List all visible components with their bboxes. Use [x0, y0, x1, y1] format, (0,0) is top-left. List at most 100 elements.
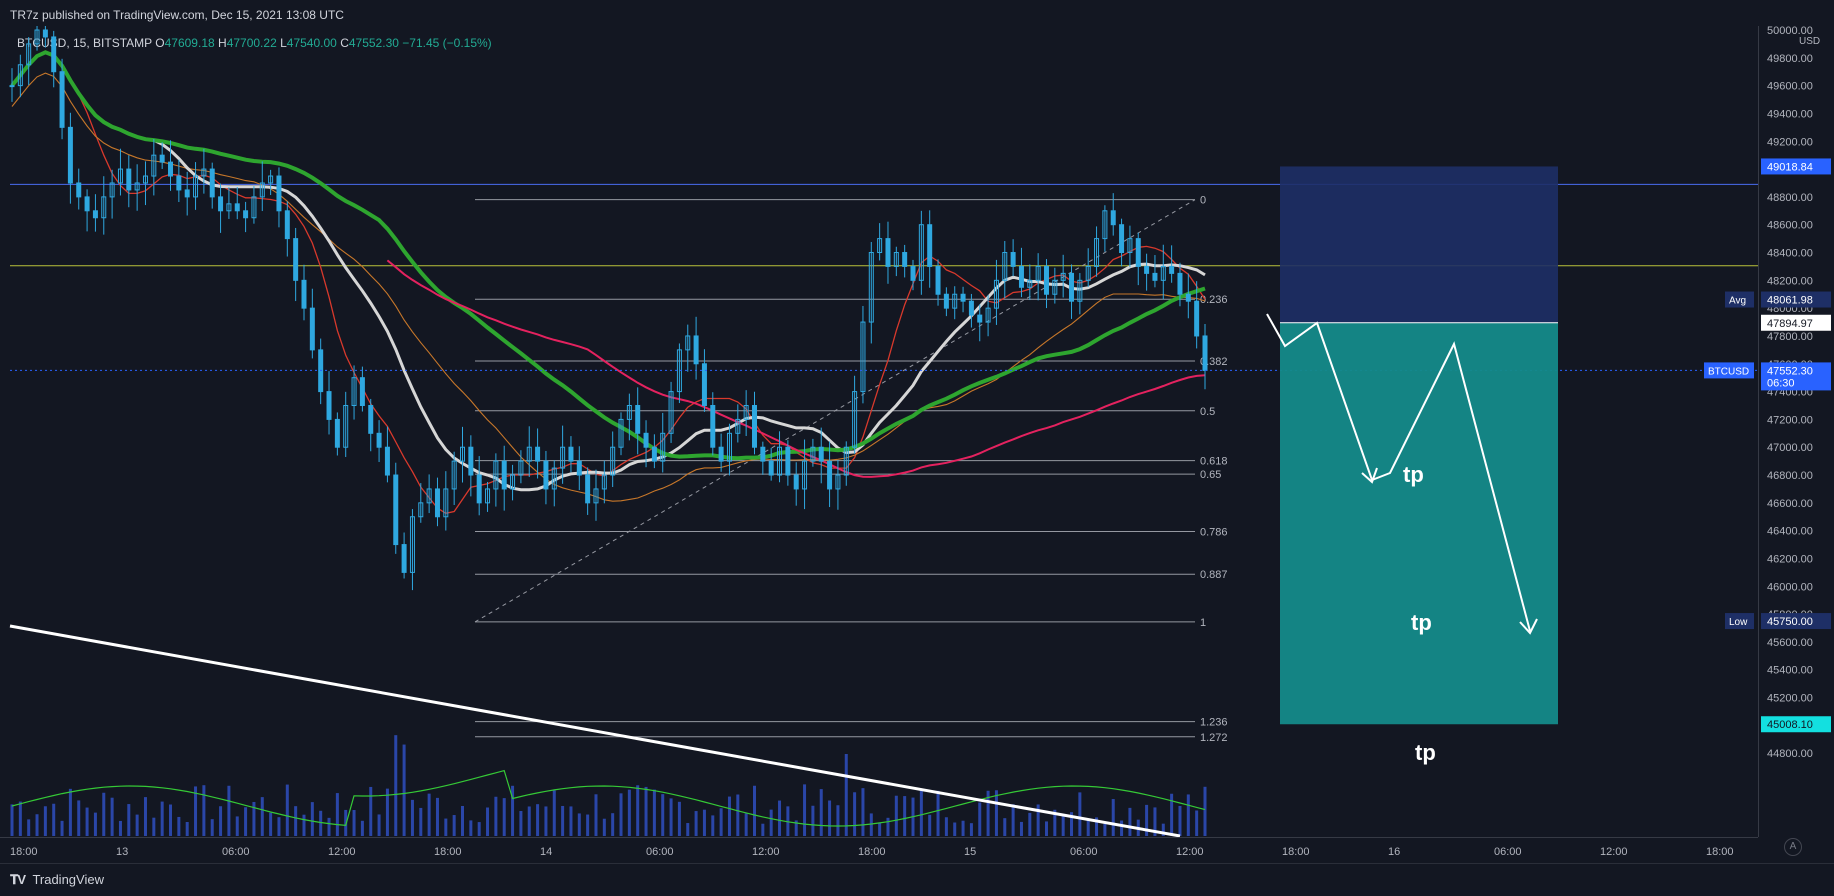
volume-bar [936, 790, 940, 836]
volume-bar [878, 823, 882, 836]
moving-average-line [11, 72, 1206, 502]
time-axis[interactable]: 18:00 13 06:00 12:00 18:00 14 06:00 12:00 18:00 1… [0, 837, 1758, 864]
volume-bar [727, 796, 731, 836]
candle-body [401, 544, 407, 573]
candle-body [67, 126, 73, 184]
price-tick-label: 46600.00 [1767, 498, 1813, 510]
candle-body [927, 224, 933, 267]
candle-body [501, 460, 507, 490]
candle-body [977, 314, 983, 323]
price-tick-label: 47800.00 [1767, 331, 1813, 343]
tradingview-logo-text: TradingView [32, 872, 104, 887]
candle-body [902, 252, 908, 267]
candle-body [785, 446, 791, 476]
fib-level-label: 0.786 [1200, 527, 1228, 539]
volume-bar [461, 805, 465, 836]
time-tick-label: 18:00 [858, 846, 886, 858]
volume-bar [43, 806, 47, 836]
price-label-text: 48061.98 [1767, 295, 1813, 307]
candle-body [827, 460, 833, 490]
price-tick-label: 44800.00 [1767, 748, 1813, 760]
price-tick-label: 46800.00 [1767, 470, 1813, 482]
fib-level-label: 1 [1200, 617, 1206, 629]
candle-body [1119, 224, 1125, 254]
candle-body [1043, 265, 1049, 295]
tradingview-logo[interactable]: 𝐓V TradingView [10, 872, 104, 888]
candle-body [1135, 238, 1141, 267]
volume-bar [352, 809, 356, 836]
candle-body [468, 446, 474, 476]
volume-bar [1003, 818, 1007, 836]
candle-body [768, 460, 774, 476]
candle-body [159, 154, 165, 163]
candle-body [643, 432, 649, 448]
candle-body [968, 300, 974, 316]
chart-header: TR7z published on TradingView.com, Dec 1… [0, 0, 1834, 28]
tp-label: tp [1411, 610, 1432, 635]
volume-bar [1028, 812, 1032, 836]
volume-bar [894, 795, 898, 836]
auto-scale-button[interactable]: A [1784, 838, 1802, 856]
volume-bar [602, 818, 606, 836]
candle-body [576, 460, 582, 476]
price-tick-label: 48200.00 [1767, 275, 1813, 287]
volume-bar [719, 808, 723, 836]
candle-body [9, 85, 15, 88]
time-tick-label: 06:00 [222, 846, 250, 858]
price-tick-label: 46400.00 [1767, 526, 1813, 538]
volume-bar [152, 817, 156, 836]
price-tick-label: 45600.00 [1767, 637, 1813, 649]
candle-body [176, 175, 182, 191]
price-label-text: 49018.84 [1767, 161, 1813, 173]
candle-body [326, 391, 332, 420]
time-tick-label: 18:00 [1706, 846, 1734, 858]
volume-bar [235, 816, 239, 836]
fib-level-label: 1.236 [1200, 717, 1228, 729]
time-tick-label: 14 [540, 846, 552, 858]
volume-bar [1078, 792, 1082, 836]
price-tick-label: 46200.00 [1767, 553, 1813, 565]
candle-body [184, 189, 190, 198]
time-tick-label: 16 [1388, 846, 1400, 858]
volume-bar [844, 753, 848, 836]
candle-body [693, 335, 699, 365]
volume-bar [494, 796, 498, 836]
candle-body [1202, 335, 1208, 371]
volume-bar [702, 809, 706, 836]
volume-bar [310, 802, 314, 836]
price-chart-plot[interactable]: 00.2360.3820.50.6180.650.7860.88711.2361… [0, 26, 1758, 837]
volume-bar [819, 789, 823, 836]
volume-bar [836, 805, 840, 836]
candle-body [585, 474, 591, 504]
fib-level-label: 1.272 [1200, 732, 1228, 744]
time-tick-label: 12:00 [328, 846, 356, 858]
time-tick-label: 13 [116, 846, 128, 858]
moving-average-line [10, 50, 1206, 461]
candle-body [568, 446, 574, 462]
fib-level-label: 0.887 [1200, 569, 1228, 581]
volume-bar [1019, 821, 1023, 836]
price-tick-label: 49400.00 [1767, 108, 1813, 120]
volume-bar [18, 801, 22, 836]
currency-label: USD [1799, 36, 1820, 47]
volume-bar [427, 793, 431, 836]
volume-bar [419, 807, 423, 836]
volume-bar [636, 785, 640, 836]
candle-body [234, 203, 240, 212]
volume-bar [803, 784, 807, 836]
volume-bar [1120, 820, 1124, 836]
price-label-text: 47552.30 [1767, 365, 1813, 377]
time-tick-label: 06:00 [1070, 846, 1098, 858]
volume-bar [285, 784, 289, 836]
price-axis[interactable]: 44800.0045000.0045200.0045400.0045600.00… [1758, 25, 1834, 837]
volume-bar [335, 793, 339, 836]
volume-bar [677, 801, 681, 836]
volume-bar [302, 814, 306, 836]
volume-bar [569, 806, 573, 836]
volume-bar [611, 813, 615, 836]
volume-bar [52, 803, 56, 836]
candle-body [1185, 293, 1191, 302]
volume-bar [35, 814, 39, 836]
volume-bar [886, 817, 890, 836]
stop-loss-zone [1280, 166, 1558, 323]
